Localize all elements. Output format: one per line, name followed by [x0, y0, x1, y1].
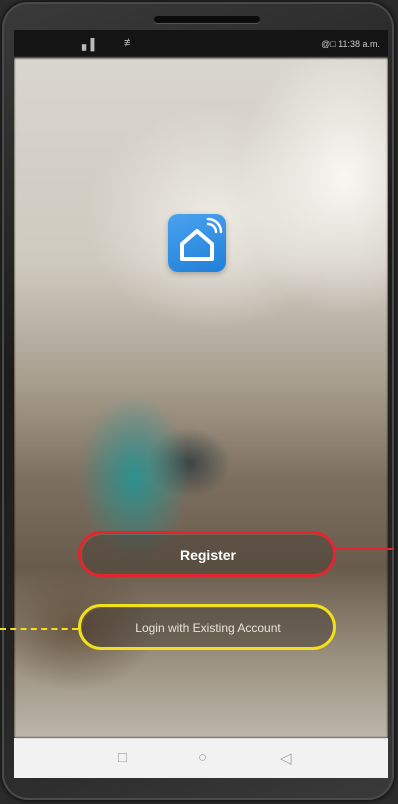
phone-screen: ▖▌ ≢ @□ 11:38 a.m. Register Login with E…: [14, 30, 388, 778]
signal-icon: ▖▌: [82, 39, 99, 51]
register-highlight-outline: [78, 531, 336, 577]
smart-home-icon: [168, 214, 226, 272]
register-callout-line: [334, 548, 394, 550]
home-icon[interactable]: ○: [198, 749, 207, 766]
recent-apps-icon[interactable]: □: [118, 749, 127, 766]
android-nav-bar: □ ○ ◁: [14, 738, 388, 778]
status-time: @□ 11:38 a.m.: [321, 39, 380, 49]
phone-frame: ▖▌ ≢ @□ 11:38 a.m. Register Login with E…: [2, 2, 394, 800]
speaker-grille: [154, 16, 260, 23]
login-callout-line: [0, 628, 78, 630]
login-highlight-outline: [78, 604, 336, 650]
back-icon[interactable]: ◁: [280, 749, 292, 767]
wifi-icon: ≢: [124, 37, 135, 49]
status-bar: ▖▌ ≢ @□ 11:38 a.m.: [14, 30, 388, 58]
